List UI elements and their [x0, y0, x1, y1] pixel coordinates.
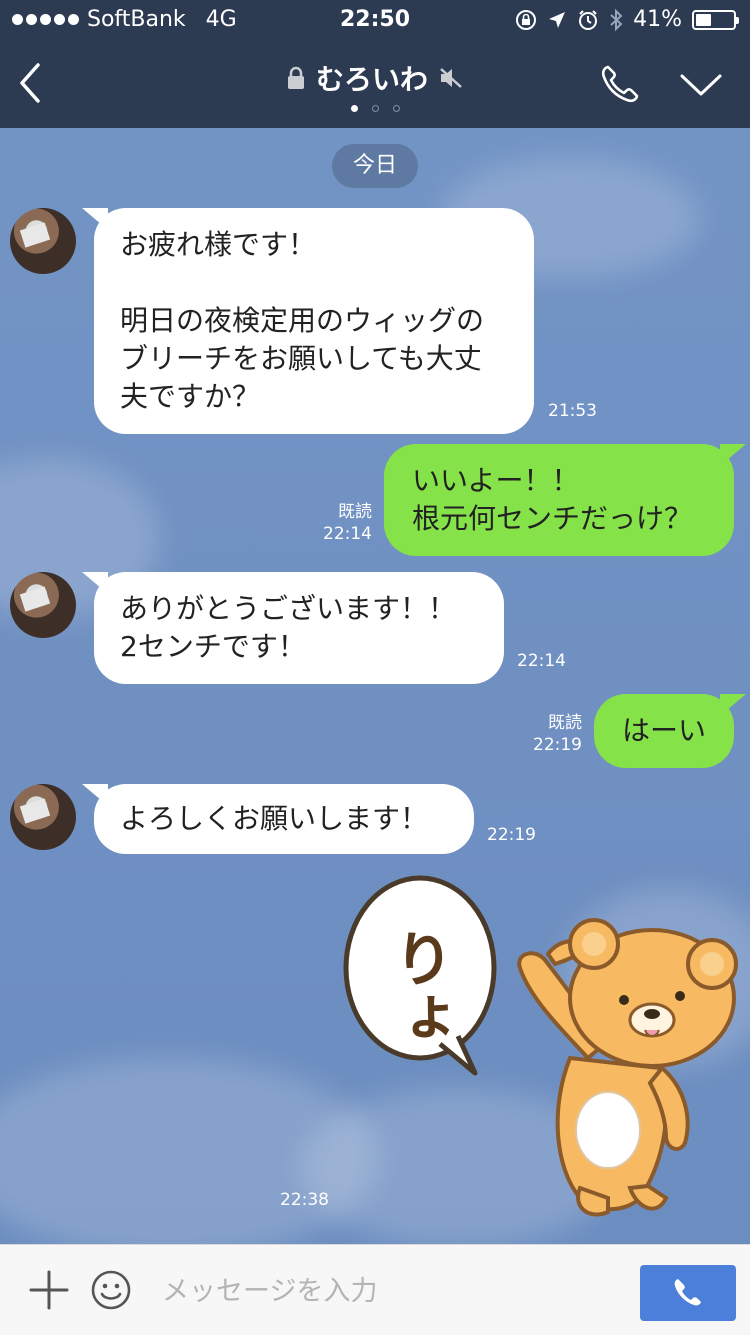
message-line: よろしくお願いします！ — [120, 802, 429, 835]
message-input-bar — [0, 1244, 750, 1335]
chat-title: むろいわ — [315, 63, 428, 96]
page-dot — [392, 105, 400, 112]
chat-area[interactable]: 今日 お疲れ様です！ 明日の夜検定用のウィッグの ブリーチをお願いしても大丈 夫… — [0, 128, 750, 1244]
avatar[interactable] — [10, 784, 76, 850]
voice-call-button[interactable] — [640, 1265, 736, 1321]
message-bubble-incoming[interactable]: よろしくお願いします！ — [94, 784, 474, 854]
message-time: 22:14 — [323, 524, 372, 544]
message-line: お疲れ様です！ — [120, 228, 317, 261]
message-line: いいよー！！ — [412, 464, 580, 497]
message-time: 22:19 — [533, 735, 582, 755]
bear-sticker[interactable]: りょ — [340, 868, 750, 1218]
alarm-icon — [579, 9, 598, 30]
message-time: 21:53 — [548, 401, 597, 421]
message-bubble-outgoing[interactable]: はーい — [594, 694, 734, 768]
message-bubble-incoming[interactable]: ありがとうございます！！ 2センチです！ — [94, 572, 504, 684]
orientation-lock-icon — [516, 9, 537, 30]
page-dot — [350, 105, 358, 112]
page-dot — [371, 105, 379, 112]
avatar[interactable] — [10, 208, 76, 274]
message-line: ありがとうございます！！ — [120, 592, 457, 625]
phone-call-icon[interactable] — [598, 62, 642, 106]
plus-icon[interactable] — [28, 1269, 70, 1311]
sticker-time: 22:38 — [280, 1190, 329, 1210]
message-line — [120, 264, 508, 302]
message-time: 22:19 — [487, 825, 536, 845]
avatar[interactable] — [10, 572, 76, 638]
page-indicator — [0, 105, 750, 112]
battery-percent: 41% — [633, 7, 682, 32]
message-line: 2センチです！ — [120, 630, 306, 663]
dropdown-chevron-icon[interactable] — [678, 70, 724, 100]
message-line: はーい — [622, 714, 707, 747]
message-line: 根元何センチだっけ？ — [412, 502, 693, 535]
lock-icon — [287, 66, 304, 89]
bluetooth-icon — [610, 8, 623, 31]
message-bubble-incoming[interactable]: お疲れ様です！ 明日の夜検定用のウィッグの ブリーチをお願いしても大丈 夫ですか… — [94, 208, 534, 434]
sticker-text: りょ — [383, 928, 453, 1048]
chat-header: SoftBank 4G 22:50 41% むろいわ — [0, 0, 750, 128]
mute-icon — [440, 68, 462, 88]
phone-icon — [674, 1279, 701, 1306]
location-icon — [549, 11, 566, 28]
status-bar: SoftBank 4G 22:50 41% — [0, 0, 750, 40]
message-line: 夫ですか？ — [120, 380, 261, 413]
message-bubble-outgoing[interactable]: いいよー！！ 根元何センチだっけ？ — [384, 444, 734, 556]
date-separator: 今日 — [332, 144, 418, 188]
emoji-icon[interactable] — [90, 1269, 132, 1311]
message-meta: 既読 22:14 — [300, 501, 372, 545]
message-input[interactable] — [160, 1267, 624, 1315]
read-receipt: 既読 — [338, 502, 372, 522]
battery-icon — [692, 9, 739, 30]
message-line: ブリーチをお願いしても大丈 — [120, 342, 482, 375]
read-receipt: 既読 — [548, 713, 582, 733]
message-meta: 既読 22:19 — [510, 712, 582, 756]
message-line: 明日の夜検定用のウィッグの — [120, 304, 485, 337]
message-time: 22:14 — [517, 651, 566, 671]
